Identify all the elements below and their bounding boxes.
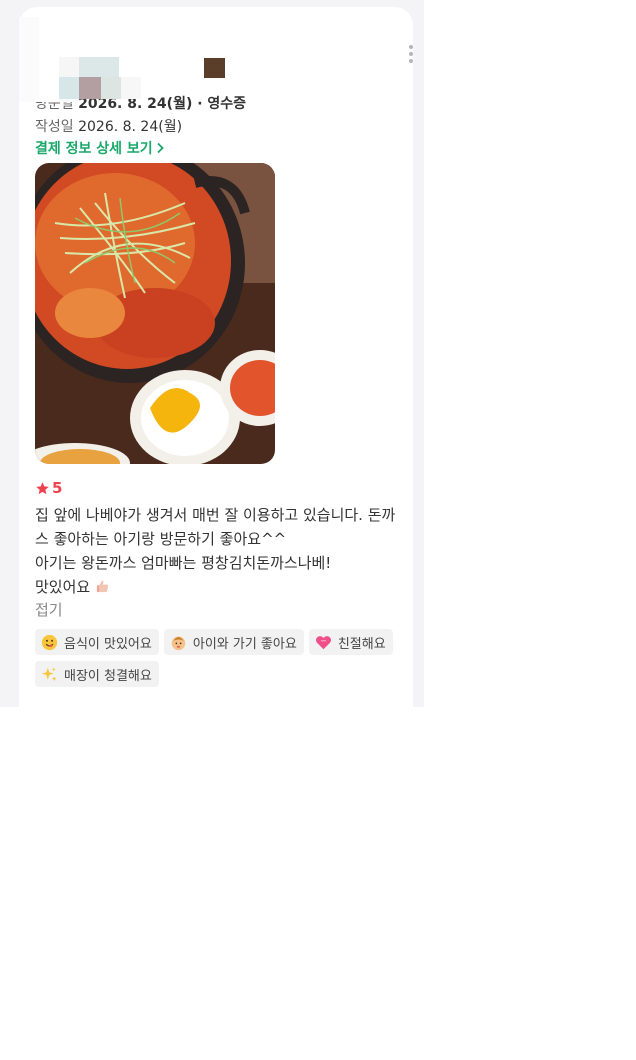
review-line: 집 앞에 나베야가 생겨서 매번 잘 이용하고 있습니다. 돈까스 좋아하는 아… (35, 506, 396, 548)
sparkles-icon (41, 666, 58, 683)
review-photo[interactable] (35, 163, 275, 464)
tag-label: 매장이 청결해요 (64, 668, 152, 684)
written-label: 작성일 (35, 119, 74, 135)
more-options-icon[interactable] (401, 37, 421, 71)
tag-label: 아이와 가기 좋아요 (192, 636, 297, 652)
food-photo-image (35, 163, 275, 464)
keyword-tags: 음식이 맛있어요 아이와 가기 좋아요 친절해요 매장이 청결해요 (35, 629, 405, 687)
written-date: 작성일 2026. 8. 24(월) (35, 116, 182, 136)
collapse-button[interactable]: 접기 (35, 599, 63, 620)
rating-value: 5 (52, 479, 63, 497)
tag-label: 친절해요 (337, 636, 386, 652)
tag-kid-friendly: 아이와 가기 좋아요 (163, 629, 304, 655)
review-card: 방문일 2026. 8. 24(월) · 영수증 작성일 2026. 8. 24… (19, 7, 413, 707)
review-line-last: 맛있어요 (35, 575, 397, 599)
review-text: 집 앞에 나베야가 생겨서 매번 잘 이용하고 있습니다. 돈까스 좋아하는 아… (35, 503, 397, 599)
star-icon (36, 481, 49, 494)
heart-icon (315, 634, 332, 651)
review-line: 아기는 왕돈까스 엄마빠는 평창김치돈까스나베! (35, 554, 332, 572)
payment-detail-link[interactable]: 결제 정보 상세 보기 (35, 138, 164, 158)
tag-label: 음식이 맛있어요 (64, 636, 152, 652)
star-rating: 5 (35, 479, 62, 497)
baby-face-icon (170, 634, 187, 651)
tag-food-tasty: 음식이 맛있어요 (35, 629, 159, 655)
thumbs-up-icon (96, 580, 109, 593)
tag-clean: 매장이 청결해요 (35, 661, 159, 687)
review-panel: 방문일 2026. 8. 24(월) · 영수증 작성일 2026. 8. 24… (0, 0, 424, 707)
chevron-right-icon (157, 142, 164, 154)
yum-face-icon (41, 634, 58, 651)
blurred-avatar (19, 7, 259, 102)
payment-detail-label: 결제 정보 상세 보기 (35, 141, 153, 157)
tag-kind: 친절해요 (308, 629, 393, 655)
review-line-text: 맛있어요 (35, 578, 91, 596)
written-value: 2026. 8. 24(월) (78, 119, 183, 135)
